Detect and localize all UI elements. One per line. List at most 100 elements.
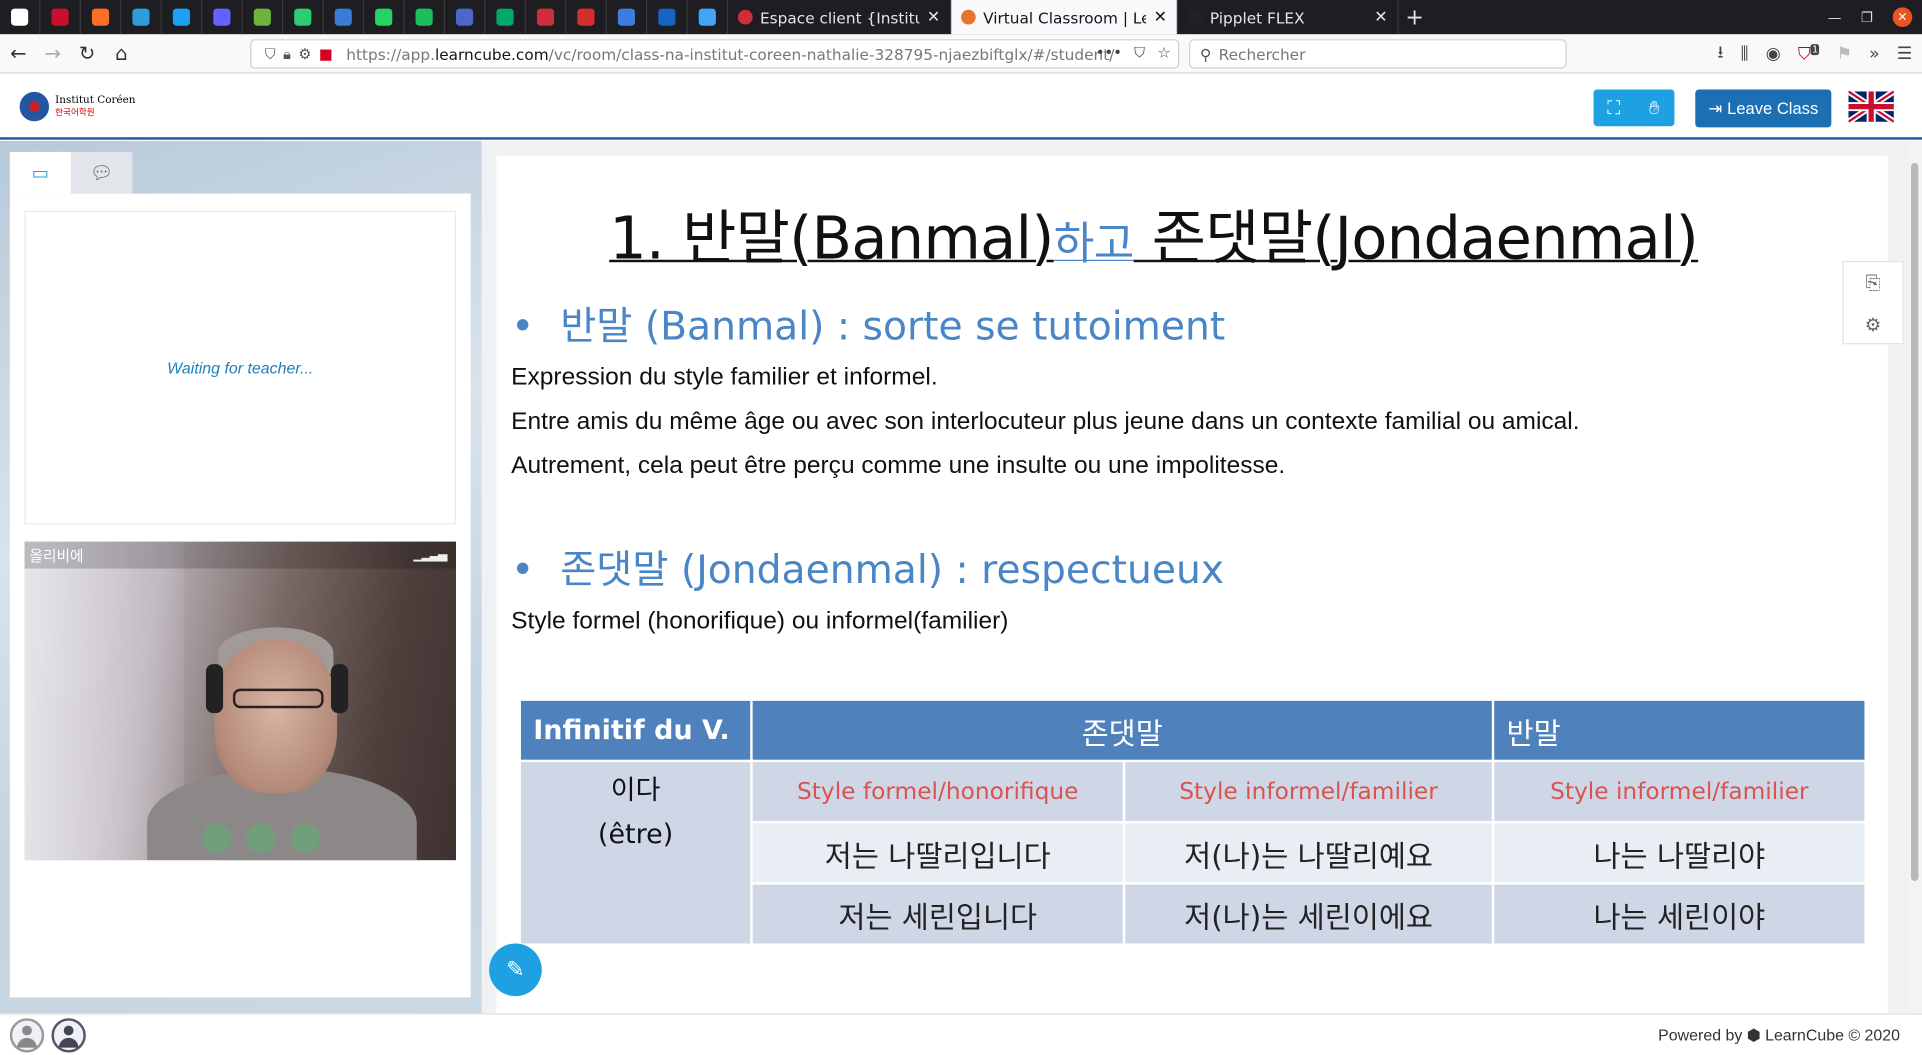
menu-icon[interactable]: ☰ — [1897, 44, 1912, 64]
slide: 1. 반말(Banmal)하고 존댓말(Jondaenmal) • 반말 (Ban… — [496, 155, 1888, 1014]
pinned-tab[interactable] — [283, 0, 324, 35]
pinned-tab[interactable] — [526, 0, 567, 35]
table-cell: Style formel/honorifique — [752, 762, 1123, 821]
paragraph-4: Style formel (honorifique) ou informel(f… — [511, 607, 1009, 635]
camera-toggle-icon[interactable] — [246, 823, 276, 853]
new-tab-button[interactable]: + — [1399, 0, 1431, 34]
close-tab-icon[interactable]: ✕ — [927, 8, 940, 26]
browser-tab[interactable]: Virtual Classroom | Learn ✕ — [951, 0, 1178, 35]
table-header: 반말 — [1494, 700, 1865, 760]
paragraph-3: Autrement, cela peut être perçu comme un… — [511, 452, 1286, 480]
green-c-icon — [496, 8, 514, 26]
pen-icon: ✎ — [506, 956, 525, 983]
fullscreen-icon[interactable]: ⛶ — [1594, 89, 1634, 126]
close-window-icon[interactable]: ✕ — [1892, 7, 1913, 27]
library-icon[interactable]: ⫼ — [1741, 44, 1749, 64]
browser-tab[interactable]: Espace client {Institut Co ✕ — [728, 0, 952, 35]
add-document-icon[interactable]: ⎘ — [1844, 262, 1903, 304]
microphone-icon[interactable] — [202, 823, 232, 853]
forward-button[interactable]: → — [37, 37, 69, 69]
powered-by-text: Powered by ⬢ LearnCube © 2020 — [1658, 1025, 1900, 1044]
pinned-tab[interactable] — [121, 0, 162, 35]
reload-button[interactable]: ↻ — [71, 37, 103, 69]
close-tab-icon[interactable]: ✕ — [1154, 8, 1167, 26]
back-button[interactable]: ← — [2, 37, 34, 69]
raise-hand-icon[interactable]: ✋︎ — [1634, 89, 1674, 126]
ublock-icon[interactable]: ⛉1 — [1798, 43, 1820, 64]
browser-tab[interactable]: Pipplet FLEX ✕ — [1178, 0, 1399, 35]
overflow-icon[interactable]: » — [1869, 44, 1880, 64]
logo-subtext: 한국어학원 — [55, 107, 95, 118]
camera-sharing-icon[interactable]: ■ — [319, 45, 333, 62]
browser-nav-bar: ← → ↻ ⌂ ⛉ 🔒︎ ⚙ ■ https://app.learncube.c… — [0, 34, 1922, 74]
translate-icon — [455, 8, 474, 26]
pinned-tab[interactable] — [162, 0, 203, 35]
pinned-tab[interactable] — [688, 0, 729, 35]
page-actions-icon[interactable]: ••• — [1096, 44, 1122, 62]
pinned-tab[interactable] — [40, 0, 81, 35]
tab-title: Virtual Classroom | Learn — [983, 7, 1146, 27]
pinned-tab[interactable] — [607, 0, 648, 35]
close-tab-icon[interactable]: ✕ — [1374, 8, 1387, 26]
verb-translation: (être) — [597, 819, 674, 851]
restore-icon[interactable]: ❐ — [1861, 9, 1873, 25]
pinned-tab[interactable] — [364, 0, 405, 35]
exit-icon: ⇥ — [1708, 98, 1723, 118]
blue-globe-icon — [658, 8, 676, 26]
account-icon[interactable]: ◉ — [1766, 44, 1781, 64]
participant-avatar-icon[interactable] — [51, 1018, 86, 1053]
classroom-tools: ⛶ ✋︎ — [1593, 89, 1675, 127]
slide-title-part1: 1. 반말(Banmal) — [609, 204, 1054, 274]
permissions-icon[interactable]: ⚙ — [298, 45, 311, 62]
participant-avatar-icon[interactable] — [9, 1018, 45, 1053]
leave-class-button[interactable]: ⇥ Leave Class — [1695, 89, 1832, 128]
pinned-tab[interactable] — [445, 0, 486, 35]
institut-logo: Institut Coréen 한국어학원 — [19, 91, 136, 122]
teacher-video-placeholder: Waiting for teacher... — [24, 210, 456, 525]
shield-icon[interactable]: ⛉ — [265, 45, 276, 63]
app-icon — [11, 8, 29, 26]
pinned-tab[interactable] — [647, 0, 688, 35]
tab-title: Pipplet FLEX — [1209, 7, 1305, 27]
waiting-text: Waiting for teacher... — [167, 358, 314, 377]
logo-text: Institut Coréen — [55, 94, 136, 107]
url-bar[interactable]: ⛉ 🔒︎ ⚙ ■ https://app.learncube.com/vc/ro… — [250, 39, 1180, 69]
blue-arrow-icon — [698, 8, 716, 26]
politeness-table: Infinitif du V. 존댓말 반말 이다 (être) Style fo… — [519, 698, 1867, 946]
chat-tab[interactable]: 💬︎ — [71, 151, 133, 194]
url-text[interactable]: https://app.learncube.com/vc/room/class-… — [346, 45, 1114, 63]
settings-gear-icon[interactable]: ⚙ — [1844, 304, 1903, 346]
annotate-pen-button[interactable]: ✎ — [489, 943, 542, 997]
minimize-icon[interactable]: — — [1828, 9, 1841, 25]
home-button[interactable]: ⌂ — [105, 37, 137, 69]
extension-icon[interactable]: ⚑ — [1837, 44, 1852, 64]
switch-camera-icon[interactable] — [290, 823, 320, 853]
pinned-tab[interactable] — [0, 0, 41, 35]
pinned-tab[interactable] — [324, 0, 365, 35]
pocket-icon[interactable]: ⛉ — [1134, 44, 1145, 62]
pinned-tab[interactable] — [405, 0, 445, 35]
leave-class-label: Leave Class — [1727, 99, 1819, 118]
table-cell: Style informel/familier — [1125, 762, 1492, 821]
download-icon[interactable]: ⭳ — [1717, 39, 1723, 68]
uk-flag-icon[interactable] — [1848, 90, 1894, 123]
blue-swirl-icon — [334, 8, 352, 26]
table-cell: 저(나)는 나딸리예요 — [1125, 823, 1492, 883]
bookmark-star-icon[interactable]: ☆ — [1157, 44, 1170, 62]
table-cell: 저(나)는 세린이에요 — [1125, 884, 1492, 944]
twitter-icon — [172, 8, 190, 26]
scrollbar-thumb[interactable] — [1911, 162, 1919, 881]
table-header: Infinitif du V. — [520, 700, 751, 760]
video-tab[interactable]: ▭ — [9, 151, 72, 194]
lock-icon[interactable]: 🔒︎ — [283, 45, 291, 63]
pinned-tab[interactable] — [485, 0, 526, 35]
slide-title: 1. 반말(Banmal)하고 존댓말(Jondaenmal) — [609, 190, 1699, 276]
pinned-tab[interactable] — [566, 0, 607, 35]
whatsapp-icon — [375, 8, 393, 26]
tab-title: Espace client {Institut Co — [759, 7, 919, 27]
search-input[interactable]: ⚲ Rechercher — [1189, 39, 1567, 69]
pinned-tab[interactable] — [81, 0, 122, 35]
pinned-tab[interactable] — [202, 0, 243, 35]
pinned-tab[interactable] — [243, 0, 284, 35]
bookmark-red-icon — [51, 8, 69, 26]
